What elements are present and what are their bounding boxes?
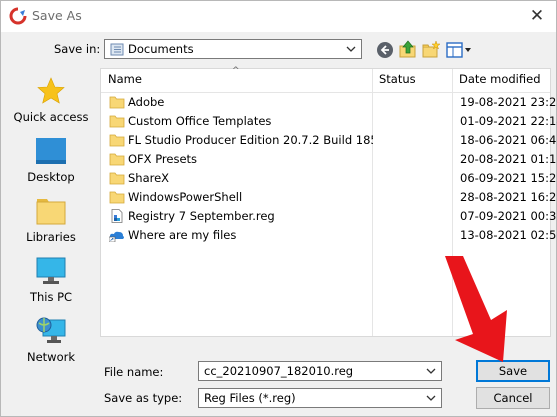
monitor-icon	[36, 257, 66, 284]
save-in-dropdown[interactable]: Documents	[104, 39, 362, 59]
folder-icon	[109, 153, 125, 166]
place-label: Network	[26, 350, 76, 364]
new-folder-icon[interactable]	[421, 40, 441, 60]
file-row[interactable]: Custom Office Templates 01-09-2021 22:14	[101, 112, 557, 131]
file-name: Where are my files	[128, 228, 237, 242]
file-name: ShareX	[128, 171, 170, 185]
save-in-value: Documents	[128, 42, 194, 56]
documents-icon	[110, 43, 124, 56]
place-label: Quick access	[13, 110, 89, 124]
column-name[interactable]: Name	[108, 72, 142, 86]
file-date: 28-08-2021 16:27	[460, 190, 557, 204]
place-network[interactable]: Network	[4, 316, 98, 364]
red-arrow-annotation	[445, 256, 507, 362]
network-icon	[36, 317, 66, 343]
up-folder-icon[interactable]	[398, 39, 418, 59]
file-date: 06-09-2021 15:28	[460, 171, 557, 185]
file-name: Custom Office Templates	[128, 114, 272, 128]
sort-indicator: ^	[232, 66, 240, 76]
places-bar: Quick access Desktop Libraries This PC N…	[4, 68, 98, 414]
file-name: Registry 7 September.reg	[128, 209, 275, 223]
save-in-label: Save in:	[54, 42, 101, 56]
file-name: OFX Presets	[128, 152, 198, 166]
save-as-dialog: Save As ✕ Save in: Documents Quick acces…	[0, 0, 557, 417]
file-name-input[interactable]: cc_20210907_182010.reg	[198, 361, 442, 381]
cancel-button[interactable]: Cancel	[476, 387, 550, 409]
file-name-value: cc_20210907_182010.reg	[204, 364, 354, 378]
save-as-type-value: Reg Files (*.reg)	[204, 391, 296, 405]
file-date: 13-08-2021 02:55	[460, 228, 557, 242]
desktop-icon	[36, 138, 66, 164]
folder-icon	[109, 191, 125, 204]
file-date: 01-09-2021 22:14	[460, 114, 557, 128]
place-this-pc[interactable]: This PC	[4, 256, 98, 304]
view-menu-icon[interactable]	[445, 40, 473, 60]
title-bar: Save As ✕	[1, 1, 556, 32]
back-icon[interactable]	[375, 40, 395, 60]
folder-icon	[109, 115, 125, 128]
place-libraries[interactable]: Libraries	[4, 196, 98, 244]
place-label: Libraries	[26, 230, 76, 244]
file-date: 20-08-2021 01:16	[460, 152, 557, 166]
column-status[interactable]: Status	[379, 72, 416, 86]
file-row[interactable]: WindowsPowerShell 28-08-2021 16:27	[101, 188, 557, 207]
file-name: FL Studio Producer Edition 20.7.2 Build …	[128, 133, 373, 147]
file-date: 19-08-2021 23:20	[460, 95, 557, 109]
chevron-down-icon	[346, 46, 356, 52]
folder-icon	[109, 134, 125, 147]
close-button[interactable]: ✕	[522, 3, 552, 29]
chevron-down-icon	[426, 395, 436, 401]
file-row[interactable]: Where are my files 13-08-2021 02:55	[101, 226, 557, 245]
file-date: 18-06-2021 06:49	[460, 133, 557, 147]
file-date: 07-09-2021 00:32	[460, 209, 557, 223]
window-title: Save As	[32, 8, 82, 23]
file-row[interactable]: FL Studio Producer Edition 20.7.2 Build …	[101, 131, 557, 150]
folder-icon	[109, 96, 125, 109]
folder-icon	[109, 172, 125, 185]
star-icon	[37, 77, 65, 104]
file-name: Adobe	[128, 95, 165, 109]
reg-file-icon	[111, 209, 123, 223]
column-date-modified[interactable]: Date modified	[459, 72, 541, 86]
place-label: Desktop	[27, 170, 75, 184]
ccleaner-icon	[9, 7, 27, 25]
libraries-icon	[36, 199, 66, 225]
save-as-type-label: Save as type:	[104, 391, 183, 405]
file-row[interactable]: Adobe 19-08-2021 23:20	[101, 93, 557, 112]
file-name: WindowsPowerShell	[128, 190, 243, 204]
column-header-row: ^ Name Status Date modified	[101, 66, 550, 93]
file-row[interactable]: ShareX 06-09-2021 15:28	[101, 169, 557, 188]
cloud-shortcut-icon	[109, 231, 124, 242]
place-quick-access[interactable]: Quick access	[4, 76, 98, 124]
place-desktop[interactable]: Desktop	[4, 136, 98, 184]
chevron-down-icon[interactable]	[425, 365, 437, 377]
file-row[interactable]: Registry 7 September.reg 07-09-2021 00:3…	[101, 207, 557, 226]
file-name-label: File name:	[104, 365, 164, 379]
place-label: This PC	[29, 290, 73, 304]
file-row[interactable]: OFX Presets 20-08-2021 01:16	[101, 150, 557, 169]
save-as-type-dropdown[interactable]: Reg Files (*.reg)	[198, 388, 442, 408]
